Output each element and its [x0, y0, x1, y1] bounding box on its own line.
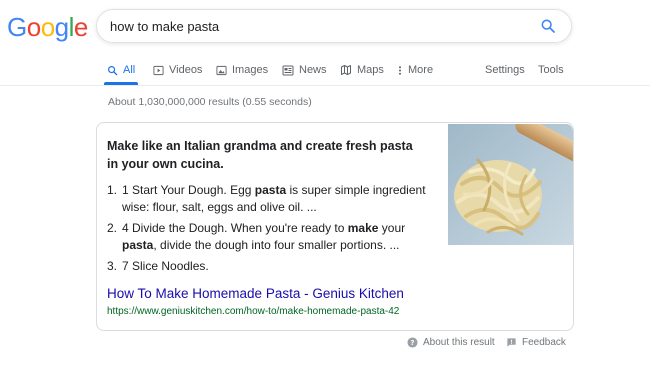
- tab-label: Videos: [169, 64, 203, 76]
- snippet-step: 2. 4 Divide the Dough. When you're ready …: [107, 220, 432, 254]
- step-text: 7 Slice Noodles.: [122, 258, 432, 275]
- pasta-photo[interactable]: [448, 124, 573, 245]
- featured-snippet: Make like an Italian grandma and create …: [96, 122, 574, 331]
- snippet-steps: 1. 1 Start Your Dough. Egg pasta is super…: [107, 182, 432, 279]
- about-this-result[interactable]: ? About this result: [407, 334, 495, 350]
- tab-news[interactable]: News: [282, 58, 327, 82]
- logo-letter: e: [73, 12, 88, 42]
- feedback-icon: [506, 337, 517, 348]
- help-icon: ?: [407, 336, 418, 348]
- step-text: 4 Divide the Dough. When you're ready to…: [122, 220, 432, 254]
- tab-label: News: [299, 64, 327, 76]
- logo-letter: o: [26, 12, 41, 42]
- logo-letter: g: [54, 12, 69, 42]
- tab-more[interactable]: More: [397, 58, 433, 82]
- tab-images[interactable]: Images: [216, 58, 268, 82]
- video-icon: [153, 65, 164, 76]
- step-text-bold: pasta: [122, 238, 154, 252]
- step-number: 3.: [107, 259, 118, 273]
- step-text-part: 7 Slice Noodles.: [122, 259, 209, 273]
- search-tabs: All Videos Images News Maps More Setting…: [0, 58, 650, 85]
- step-text: 1 Start Your Dough. Egg pasta is super s…: [122, 182, 432, 216]
- logo-letter: G: [7, 12, 27, 42]
- settings-link[interactable]: Settings: [485, 58, 525, 82]
- tab-maps[interactable]: Maps: [340, 58, 384, 82]
- step-text-part: 1 Start Your Dough. Egg: [122, 183, 255, 197]
- feedback-label: Feedback: [522, 336, 566, 348]
- tools-label: Tools: [538, 64, 564, 76]
- about-label: About this result: [423, 336, 495, 348]
- image-icon: [216, 65, 227, 76]
- news-icon: [282, 65, 294, 76]
- svg-text:?: ?: [411, 338, 415, 346]
- tab-all[interactable]: All: [107, 58, 135, 82]
- search-icon[interactable]: [539, 17, 557, 35]
- step-text-part: , divide the dough into four smaller por…: [153, 238, 400, 252]
- tab-videos[interactable]: Videos: [153, 58, 202, 82]
- result-stats: About 1,030,000,000 results (0.55 second…: [108, 96, 312, 108]
- snippet-step: 1. 1 Start Your Dough. Egg pasta is super…: [107, 182, 432, 216]
- step-text-part: 4 Divide the Dough. When you're ready to: [122, 221, 348, 235]
- feedback-link[interactable]: Feedback: [506, 334, 566, 350]
- settings-label: Settings: [485, 64, 525, 76]
- search-icon: [107, 65, 118, 76]
- snippet-step: 3. 7 Slice Noodles.: [107, 258, 432, 275]
- tabs-divider: [0, 85, 650, 86]
- result-title-link[interactable]: How To Make Homemade Pasta - Genius Kitc…: [107, 286, 404, 301]
- tab-label: Maps: [357, 64, 384, 76]
- step-text-bold: pasta: [254, 183, 287, 197]
- more-vertical-icon: [397, 65, 403, 76]
- step-number: 1.: [107, 183, 118, 197]
- tools-link[interactable]: Tools: [538, 58, 564, 82]
- result-url: https://www.geniuskitchen.com/how-to/mak…: [107, 306, 400, 317]
- snippet-heading: Make like an Italian grandma and create …: [107, 139, 413, 171]
- tab-label: More: [408, 64, 434, 76]
- step-text-bold: make: [347, 221, 379, 235]
- step-text-part: your: [378, 221, 406, 235]
- step-number: 2.: [107, 221, 118, 235]
- logo-letter: o: [40, 12, 55, 42]
- tab-label: All: [123, 64, 136, 76]
- search-input[interactable]: [110, 18, 539, 34]
- google-logo[interactable]: Google: [7, 12, 88, 42]
- map-icon: [340, 64, 352, 76]
- search-box: [96, 9, 572, 43]
- tab-label: Images: [232, 64, 269, 76]
